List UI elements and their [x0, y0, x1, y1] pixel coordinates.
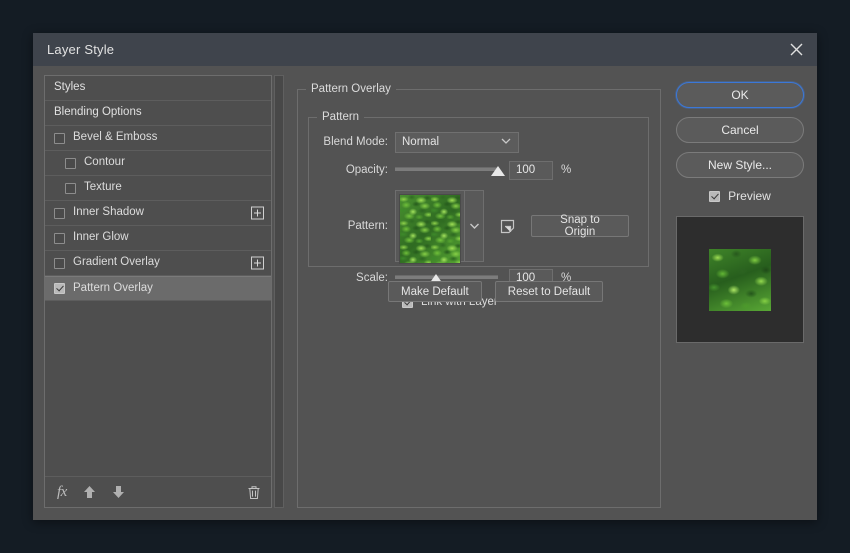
- blend-mode-row: Blend Mode: Normal: [309, 132, 648, 152]
- style-row-checkbox[interactable]: [54, 208, 65, 219]
- add-effect-plus-icon[interactable]: [251, 257, 264, 270]
- pattern-dropdown-chevron-down-icon[interactable]: [464, 191, 483, 261]
- dialog-body: Styles Blending Options Bevel & Emboss Cont…: [33, 66, 817, 520]
- chevron-down-glyph: [501, 138, 511, 145]
- reset-to-default-button[interactable]: Reset to Default: [495, 281, 603, 302]
- make-default-button[interactable]: Make Default: [388, 281, 482, 302]
- opacity-label: Opacity:: [309, 164, 395, 176]
- dialog-title: Layer Style: [47, 42, 114, 57]
- style-row[interactable]: Blending Options: [45, 101, 271, 126]
- style-row-label: Contour: [84, 157, 125, 169]
- preview-checkbox[interactable]: [709, 191, 720, 202]
- trash-glyph: [247, 485, 261, 500]
- styles-list-scrollbar[interactable]: [274, 75, 284, 508]
- close-glyph: [790, 43, 803, 56]
- add-effect-plus-icon[interactable]: [251, 207, 264, 220]
- style-row[interactable]: Bevel & Emboss: [45, 126, 271, 151]
- style-row-checkbox[interactable]: [65, 183, 76, 194]
- style-row-label: Texture: [84, 182, 122, 194]
- blend-mode-select[interactable]: Normal: [395, 132, 519, 153]
- dialog-titlebar: Layer Style: [33, 33, 817, 66]
- pattern-group-title: Pattern: [317, 111, 364, 123]
- style-row-checkbox[interactable]: [65, 158, 76, 169]
- chevron-down-icon: [501, 136, 511, 148]
- blend-mode-label: Blend Mode:: [309, 136, 395, 148]
- style-row-label: Gradient Overlay: [73, 257, 160, 269]
- style-row-label: Bevel & Emboss: [73, 132, 157, 144]
- styles-panel: Styles Blending Options Bevel & Emboss Cont…: [44, 75, 272, 508]
- style-row-checkbox[interactable]: [54, 233, 65, 244]
- green-foliage-preview-image: [709, 249, 771, 311]
- style-row-label: Blending Options: [54, 107, 142, 119]
- pattern-group: Pattern Blend Mode: Normal: [308, 111, 649, 267]
- snap-to-origin-button[interactable]: Snap to Origin: [531, 215, 629, 237]
- fx-icon[interactable]: fx: [57, 484, 67, 501]
- default-buttons: Make Default Reset to Default: [388, 281, 603, 302]
- blend-mode-value: Normal: [402, 136, 439, 148]
- new-preset-glyph: [500, 219, 515, 234]
- preview-toggle[interactable]: Preview: [709, 189, 771, 203]
- arrow-down-icon[interactable]: [112, 485, 125, 499]
- style-row-label: Inner Glow: [73, 232, 129, 244]
- opacity-unit: %: [561, 164, 571, 176]
- styles-list[interactable]: Styles Blending Options Bevel & Emboss Cont…: [45, 76, 271, 476]
- pattern-label: Pattern:: [309, 220, 395, 232]
- style-row[interactable]: Inner Shadow: [45, 201, 271, 226]
- actions-column: OK Cancel New Style... Preview: [675, 75, 805, 508]
- style-row-label: Styles: [54, 82, 85, 94]
- opacity-slider-track: [395, 167, 498, 171]
- scale-label: Scale:: [309, 272, 395, 284]
- pattern-overlay-group: Pattern Overlay Pattern Blend Mode: Norm…: [297, 83, 661, 508]
- style-row[interactable]: Gradient Overlay: [45, 251, 271, 276]
- styles-toolbar: fx: [45, 476, 271, 507]
- style-row-checkbox[interactable]: [54, 258, 65, 269]
- styles-column: Styles Blending Options Bevel & Emboss Cont…: [44, 75, 272, 508]
- style-row-label: Pattern Overlay: [73, 283, 153, 295]
- green-foliage-pattern-swatch[interactable]: [399, 194, 461, 264]
- style-row[interactable]: Texture: [45, 176, 271, 201]
- pattern-picker[interactable]: [395, 190, 484, 262]
- pattern-overlay-column: Pattern Overlay Pattern Blend Mode: Norm…: [297, 75, 661, 508]
- ok-button[interactable]: OK: [676, 82, 804, 108]
- cancel-button[interactable]: Cancel: [676, 117, 804, 143]
- opacity-input[interactable]: 100: [509, 161, 553, 180]
- pattern-row: Pattern:: [309, 188, 648, 264]
- new-style-button[interactable]: New Style...: [676, 152, 804, 178]
- pattern-overlay-group-title: Pattern Overlay: [306, 83, 396, 95]
- opacity-slider[interactable]: [395, 163, 498, 177]
- arrow-down-glyph: [112, 485, 125, 499]
- preview-label: Preview: [728, 189, 771, 203]
- arrow-up-icon[interactable]: [83, 485, 96, 499]
- layer-style-dialog: Layer Style Styles Blending Options Bevel …: [33, 33, 817, 520]
- scale-slider-track: [395, 275, 498, 279]
- trash-icon[interactable]: [247, 485, 261, 500]
- preview-panel: [676, 216, 804, 343]
- style-row[interactable]: Contour: [45, 151, 271, 176]
- opacity-row: Opacity: 100 %: [309, 160, 648, 180]
- arrow-up-glyph: [83, 485, 96, 499]
- opacity-slider-thumb[interactable]: [491, 166, 505, 176]
- style-row[interactable]: Styles: [45, 76, 271, 101]
- chevron-down-glyph: [469, 223, 480, 230]
- style-row-checkbox[interactable]: [54, 283, 65, 294]
- style-row[interactable]: Inner Glow: [45, 226, 271, 251]
- close-icon[interactable]: [775, 33, 817, 66]
- style-row[interactable]: Pattern Overlay: [45, 276, 271, 301]
- style-row-checkbox[interactable]: [54, 133, 65, 144]
- style-row-label: Inner Shadow: [73, 207, 144, 219]
- new-preset-icon[interactable]: [500, 219, 515, 234]
